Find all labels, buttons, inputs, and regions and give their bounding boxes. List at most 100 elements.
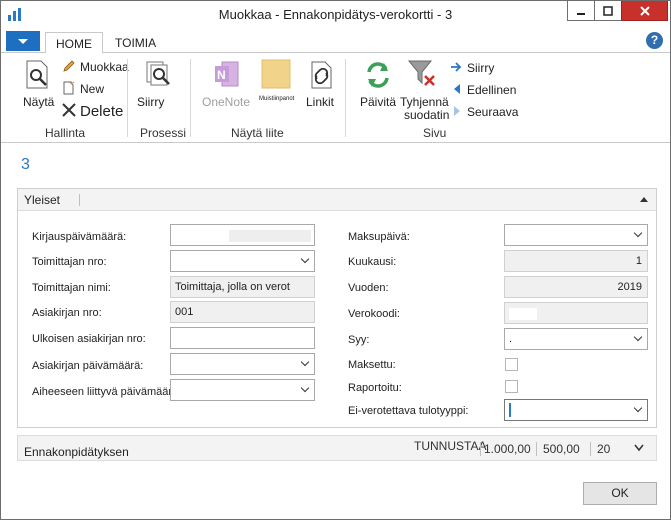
group-nayta-liite-label: Näytä liite	[231, 126, 284, 140]
kuukausi-field[interactable]: 1	[504, 250, 648, 272]
close-button[interactable]	[621, 1, 668, 21]
edit-button[interactable]: Muokkaa	[80, 60, 129, 74]
text-cursor	[509, 403, 511, 417]
ribbon-tab-bar: HOME TOIMIA ?	[1, 28, 670, 54]
ribbon-separator	[127, 59, 128, 137]
summary-amount-2: 500,00	[543, 442, 580, 456]
close-icon	[639, 5, 650, 16]
onenote-button[interactable]: OneNote	[202, 95, 250, 109]
new-button[interactable]: New	[80, 82, 104, 96]
kirjauspvm-label: Kirjauspäivämäärä:	[32, 231, 127, 243]
title-bar: Muokkaa - Ennakonpidätys-verokortti - 3	[1, 1, 670, 28]
summary-amount-1: 1.000,00	[484, 442, 531, 456]
tab-toimia[interactable]: TOIMIA	[105, 32, 166, 54]
ulkoisen-asiakirjan-nro-label: Ulkoisen asiakirjan nro:	[32, 333, 146, 345]
svg-text:N: N	[217, 68, 226, 82]
fasttab-yleiset-title: Yleiset	[24, 193, 61, 207]
new-icon	[63, 81, 75, 95]
asiakirjan-nro-label: Asiakirjan nro:	[32, 307, 102, 319]
chevron-down-icon	[300, 254, 310, 264]
syy-label: Syy:	[348, 334, 370, 346]
ribbon-separator	[190, 59, 191, 137]
help-icon[interactable]: ?	[646, 32, 663, 49]
verokoodi-field[interactable]	[504, 302, 648, 324]
group-hallinta-label: Hallinta	[45, 126, 86, 140]
group-prosessi-label: Prosessi	[140, 126, 187, 140]
maximize-icon	[603, 5, 613, 16]
tunnustaa-label: TUNNUSTAA	[414, 439, 487, 453]
application-menu-button[interactable]	[6, 31, 40, 51]
toimittajan-nimi-field[interactable]: Toimittaja, jolla on verot	[170, 276, 315, 298]
navigate-icon	[146, 61, 170, 86]
chevron-down-icon	[633, 228, 643, 238]
raportoitu-checkbox[interactable]	[505, 380, 518, 393]
kuukausi-label: Kuukausi:	[348, 256, 397, 268]
edit-icon	[63, 60, 75, 72]
asiakirjan-pvm-label: Asiakirjan päivämäärä:	[32, 360, 144, 372]
verokoodi-label: Verokoodi:	[348, 308, 400, 320]
vuoden-field[interactable]: 2019	[504, 276, 648, 298]
vuoden-label: Vuoden:	[348, 282, 389, 294]
ulkoisen-asiakirjan-nro-field[interactable]	[170, 327, 315, 349]
previous-button[interactable]: Edellinen	[467, 83, 516, 97]
ribbon-separator	[345, 59, 346, 137]
refresh-icon	[367, 62, 389, 88]
group-sivu-label: Sivu	[423, 126, 447, 140]
redacted-value	[509, 308, 537, 320]
tab-home[interactable]: HOME	[45, 32, 103, 54]
clear-filter-icon	[407, 60, 435, 86]
view-icon	[26, 60, 48, 89]
clear-filter-button[interactable]: Tyhjennä	[400, 95, 449, 109]
clear-filter-button-line2[interactable]: suodatin	[404, 108, 449, 122]
next-icon	[454, 106, 460, 116]
redacted-value	[229, 230, 311, 242]
refresh-button[interactable]: Päivitä	[360, 95, 396, 109]
header-separator	[79, 194, 80, 206]
minimize-button[interactable]	[567, 1, 595, 21]
ok-button[interactable]: OK	[583, 482, 657, 505]
previous-icon	[454, 84, 460, 94]
view-button[interactable]: Näytä	[23, 95, 54, 109]
fasttab-ennakonpidatyksen-title: Ennakonpidätyksen	[24, 445, 129, 459]
collapse-caret-icon[interactable]	[640, 197, 648, 202]
toimittajan-nro-select[interactable]	[170, 250, 315, 272]
delete-icon	[62, 103, 76, 117]
chevron-down-icon	[300, 383, 310, 393]
chevron-down-icon	[300, 357, 310, 367]
chevron-down-icon	[633, 403, 643, 413]
maximize-button[interactable]	[594, 1, 622, 21]
notes-icon	[261, 59, 291, 89]
ei-verotettava-select[interactable]	[504, 399, 648, 421]
summary-separator	[480, 442, 481, 456]
next-button[interactable]: Seuraava	[467, 105, 518, 119]
links-button[interactable]: Linkit	[306, 95, 334, 109]
arrow-right-icon	[451, 62, 462, 72]
aiheeseen-pvm-label: Aiheeseen liittyvä päivämäärä:	[32, 386, 182, 398]
toimittajan-nro-label: Toimittajan nro:	[32, 256, 107, 268]
summary-percent: 20	[597, 442, 611, 456]
navigate-button[interactable]: Siirry	[137, 95, 164, 109]
asiakirjan-nro-field[interactable]: 001	[170, 301, 315, 323]
syy-select[interactable]: .	[504, 328, 648, 350]
goto-button[interactable]: Siirry	[467, 61, 494, 75]
fasttab-yleiset-header[interactable]: Yleiset	[18, 189, 656, 211]
chevron-down-icon	[633, 332, 643, 342]
raportoitu-label: Raportoitu:	[348, 382, 402, 394]
aiheeseen-pvm-select[interactable]	[170, 379, 315, 401]
asiakirjan-pvm-select[interactable]	[170, 353, 315, 375]
expand-chevron-icon[interactable]	[634, 444, 644, 452]
notes-button[interactable]: Muistiinpanot	[259, 96, 294, 102]
delete-button[interactable]: Delete	[80, 103, 123, 120]
kirjauspvm-field[interactable]	[170, 224, 315, 246]
maksupaiva-label: Maksupäivä:	[348, 231, 410, 243]
toimittajan-nimi-label: Toimittajan nimi:	[32, 282, 111, 294]
fasttab-yleiset: Yleiset Kirjauspäivämäärä: Toimittajan n…	[17, 188, 657, 428]
maksupaiva-select[interactable]	[504, 224, 648, 246]
syy-value: .	[509, 333, 513, 345]
fasttab-ennakonpidatyksen[interactable]: Ennakonpidätyksen TUNNUSTAA 1.000,00 500…	[17, 435, 657, 461]
maksettu-checkbox[interactable]	[505, 358, 518, 371]
summary-separator	[536, 442, 537, 456]
minimize-icon	[577, 12, 585, 15]
ei-verotettava-label: Ei-verotettava tulotyyppi:	[348, 405, 469, 417]
onenote-icon: N	[215, 61, 239, 87]
